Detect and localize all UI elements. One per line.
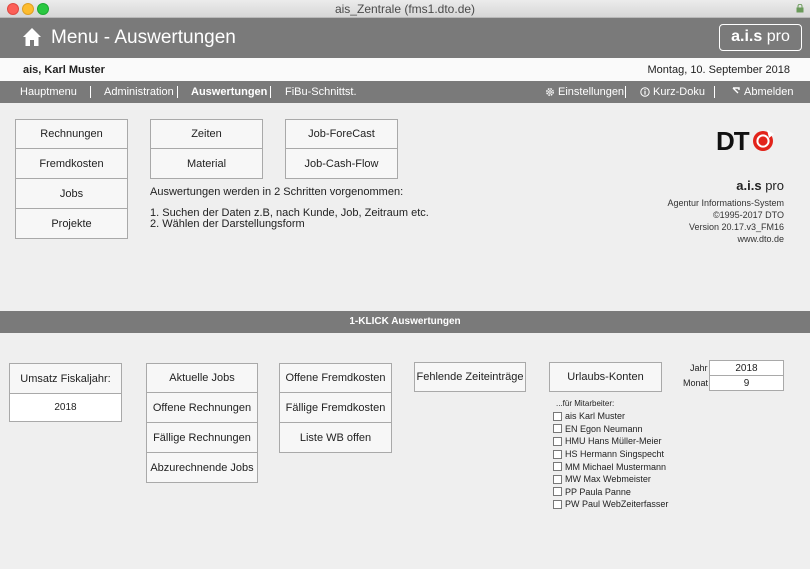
employee-label: MW Max Webmeister (565, 474, 651, 485)
info-text-line1: Auswertungen werden in 2 Schritten vorge… (150, 186, 404, 198)
employee-label: PW Paul WebZeiterfasser (565, 499, 669, 510)
nav-separator (625, 86, 626, 98)
ais-pro-logo: a.i.s pro (719, 24, 802, 51)
checkbox[interactable] (553, 411, 562, 421)
checkbox[interactable] (553, 499, 562, 509)
brand-subtitle: Agentur Informations-System (667, 198, 784, 208)
logo-light-text: pro (762, 28, 790, 45)
brand-name-bold: a.i.s (736, 178, 762, 193)
checkbox[interactable] (553, 462, 562, 472)
abzurechnende-jobs-button[interactable]: Abzurechnende Jobs (146, 452, 258, 483)
monat-label: Monat (683, 378, 709, 388)
gear-icon (546, 88, 554, 96)
liste-wb-offen-button[interactable]: Liste WB offen (279, 422, 392, 453)
material-button[interactable]: Material (150, 148, 263, 179)
page-title: Menu - Auswertungen (51, 27, 236, 48)
dto-logo: DT (716, 124, 776, 158)
faellige-rechnungen-button[interactable]: Fällige Rechnungen (146, 422, 258, 453)
brand-url: www.dto.de (737, 234, 784, 244)
brand-version: Version 20.17.v3_FM16 (688, 222, 784, 232)
user-name: ais, Karl Muster (23, 64, 105, 76)
checkbox[interactable] (553, 449, 562, 459)
offene-fremdkosten-button[interactable]: Offene Fremdkosten (279, 363, 392, 393)
jobs-button[interactable]: Jobs (15, 178, 128, 209)
jahr-label: Jahr (690, 363, 708, 373)
logo-bold-text: a.i.s (731, 28, 763, 45)
checkbox[interactable] (553, 436, 562, 446)
employee-checkbox-row[interactable]: HMU Hans Müller-Meier (553, 435, 668, 448)
dto-logo-text: DT (716, 126, 750, 156)
employee-list: ais Karl Muster EN Egon Neumann HMU Hans… (553, 410, 668, 511)
checkbox[interactable] (553, 487, 562, 497)
employee-label: HS Hermann Singspecht (565, 449, 665, 460)
nav-abmelden[interactable]: Abmelden (732, 86, 794, 98)
urlaubs-konten-button[interactable]: Urlaubs-Konten (549, 362, 662, 392)
nav-fibu-schnittstelle[interactable]: FiBu-Schnittst. (285, 86, 357, 98)
dto-logo-ring-icon (753, 130, 774, 151)
nav-kurz-doku[interactable]: Kurz-Doku (640, 86, 705, 98)
fremdkosten-button[interactable]: Fremdkosten (15, 148, 128, 179)
nav-hauptmenu[interactable]: Hauptmenu (20, 86, 77, 98)
app-header: Menu - Auswertungen a.i.s pro (0, 18, 810, 58)
umsatz-year-field[interactable]: 2018 (9, 393, 122, 422)
faellige-fremdkosten-button[interactable]: Fällige Fremdkosten (279, 392, 392, 423)
current-date: Montag, 10. September 2018 (647, 64, 790, 76)
employee-checkbox-row[interactable]: EN Egon Neumann (553, 423, 668, 436)
employee-label: ais Karl Muster (565, 411, 626, 422)
info-text-line3: 2. Wählen der Darstellungsform (150, 218, 305, 230)
brand-name-light: pro (761, 178, 784, 193)
nav-separator (90, 86, 91, 98)
nav-einstellungen-label: Einstellungen (558, 86, 625, 98)
employee-label: EN Egon Neumann (565, 423, 643, 434)
rechnungen-button[interactable]: Rechnungen (15, 119, 128, 149)
mitarbeiter-label: ...für Mitarbeiter: (556, 399, 615, 408)
info-icon (640, 87, 650, 97)
employee-checkbox-row[interactable]: PW Paul WebZeiterfasser (553, 498, 668, 511)
employee-checkbox-row[interactable]: ais Karl Muster (553, 410, 668, 423)
offene-rechnungen-button[interactable]: Offene Rechnungen (146, 392, 258, 423)
nav-separator (270, 86, 271, 98)
checkbox[interactable] (553, 424, 562, 434)
section-title: 1-KLICK Auswertungen (0, 311, 810, 333)
fehlende-zeiteintraege-button[interactable]: Fehlende Zeiteinträge (414, 362, 526, 392)
nav-einstellungen[interactable]: Einstellungen (545, 86, 624, 98)
aktuelle-jobs-button[interactable]: Aktuelle Jobs (146, 363, 258, 393)
lock-icon (796, 4, 804, 13)
employee-checkbox-row[interactable]: MW Max Webmeister (553, 473, 668, 486)
employee-label: HMU Hans Müller-Meier (565, 436, 662, 447)
logout-arrow-icon (732, 87, 740, 94)
employee-label: PP Paula Panne (565, 486, 631, 497)
job-cash-flow-button[interactable]: Job-Cash-Flow (285, 148, 398, 179)
window-titlebar: ais_Zentrale (fms1.dto.de) (0, 0, 810, 18)
employee-label: MM Michael Mustermann (565, 461, 667, 472)
jahr-field[interactable]: 2018 (709, 360, 784, 376)
zeiten-button[interactable]: Zeiten (150, 119, 263, 149)
employee-checkbox-row[interactable]: MM Michael Mustermann (553, 460, 668, 473)
job-forecast-button[interactable]: Job-ForeCast (285, 119, 398, 149)
main-nav: Hauptmenu Administration Auswertungen Fi… (0, 81, 810, 103)
user-bar: ais, Karl Muster Montag, 10. September 2… (0, 58, 810, 81)
projekte-button[interactable]: Projekte (15, 208, 128, 239)
monat-field[interactable]: 9 (709, 375, 784, 391)
umsatz-fiskaljahr-button[interactable]: Umsatz Fiskaljahr: (9, 363, 122, 394)
checkbox[interactable] (553, 474, 562, 484)
nav-separator (714, 86, 715, 98)
nav-auswertungen[interactable]: Auswertungen (191, 86, 267, 98)
employee-checkbox-row[interactable]: PP Paula Panne (553, 486, 668, 499)
home-icon[interactable] (22, 27, 42, 47)
window-title: ais_Zentrale (fms1.dto.de) (334, 2, 476, 16)
nav-administration[interactable]: Administration (104, 86, 174, 98)
nav-abmelden-label: Abmelden (744, 86, 794, 98)
nav-separator (177, 86, 178, 98)
employee-checkbox-row[interactable]: HS Hermann Singspecht (553, 448, 668, 461)
brand-copyright: ©1995-2017 DTO (712, 210, 784, 220)
brand-name: a.i.s pro (736, 178, 784, 193)
nav-kurz-doku-label: Kurz-Doku (653, 86, 705, 98)
